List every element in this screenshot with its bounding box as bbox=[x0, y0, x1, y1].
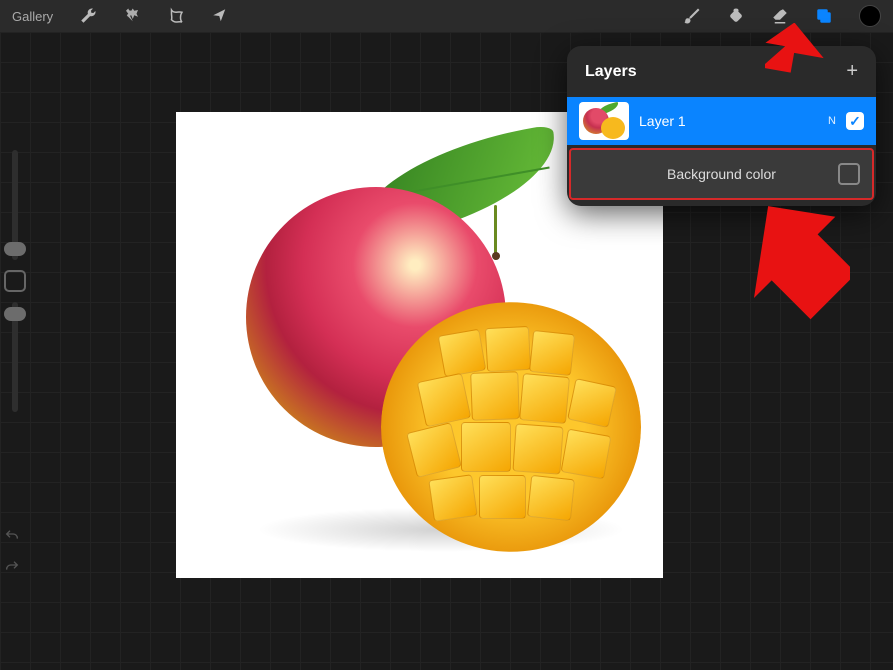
blend-mode-label[interactable]: N bbox=[828, 115, 836, 127]
visibility-checkbox[interactable]: ✓ bbox=[838, 163, 860, 185]
modifier-button[interactable] bbox=[4, 270, 26, 292]
adjust-icon[interactable] bbox=[123, 7, 141, 25]
color-swatch[interactable] bbox=[859, 5, 881, 27]
layers-panel: Layers + Layer 1 N ✓ Background color ✓ bbox=[567, 46, 876, 206]
toolbar: Gallery bbox=[0, 0, 893, 32]
add-layer-icon[interactable]: + bbox=[846, 60, 858, 83]
brush-size-slider[interactable] bbox=[12, 150, 18, 260]
layers-icon[interactable] bbox=[815, 7, 833, 25]
redo-icon[interactable] bbox=[4, 559, 20, 580]
gallery-button[interactable]: Gallery bbox=[12, 9, 53, 24]
panel-title: Layers bbox=[585, 63, 637, 81]
wrench-icon[interactable] bbox=[79, 7, 97, 25]
background-layer-row[interactable]: Background color ✓ bbox=[569, 148, 874, 200]
layer-thumbnail bbox=[579, 102, 629, 140]
side-sliders bbox=[2, 150, 28, 412]
opacity-slider[interactable] bbox=[12, 302, 18, 412]
layer-name: Background color bbox=[667, 166, 776, 182]
layer-name: Layer 1 bbox=[639, 113, 818, 129]
visibility-checkbox[interactable]: ✓ bbox=[846, 112, 864, 130]
eraser-icon[interactable] bbox=[771, 7, 789, 25]
brush-icon[interactable] bbox=[683, 7, 701, 25]
selection-icon[interactable] bbox=[167, 7, 185, 25]
layer-row[interactable]: Layer 1 N ✓ bbox=[567, 97, 876, 145]
undo-icon[interactable] bbox=[4, 528, 20, 549]
smudge-icon[interactable] bbox=[727, 7, 745, 25]
transform-icon[interactable] bbox=[211, 7, 229, 25]
